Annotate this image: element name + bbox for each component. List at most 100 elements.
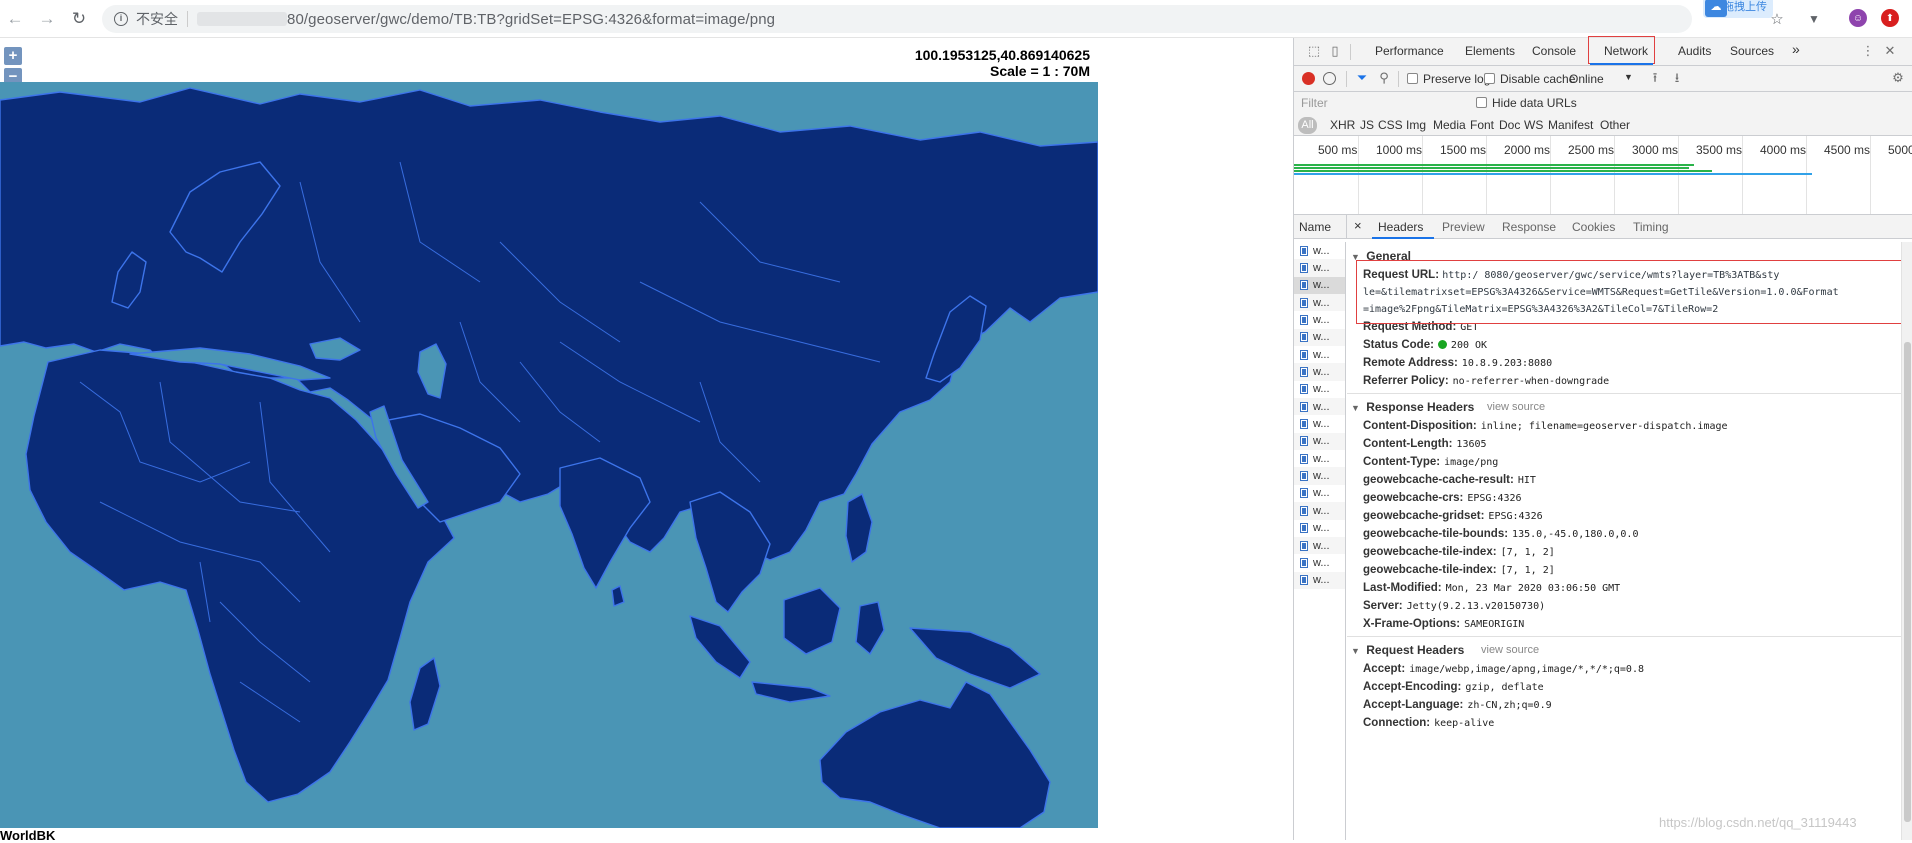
tab-response[interactable]: Response [1502,220,1556,234]
request-row[interactable]: w... [1294,415,1345,432]
clear-icon[interactable] [1323,72,1336,85]
header-row: Connection: keep-alive [1347,714,1902,732]
request-row[interactable]: w... [1294,520,1345,537]
request-headers-list: Accept: image/webp,image/apng,image/*,*/*… [1347,660,1902,732]
filter-manifest[interactable]: Manifest [1548,118,1593,132]
request-row[interactable]: w... [1294,311,1345,328]
close-devtools-icon[interactable]: ✕ [1882,43,1898,59]
reload-icon[interactable]: ↻ [68,8,90,30]
name-column-header[interactable]: Name [1299,220,1331,234]
tab-elements[interactable]: Elements [1465,44,1515,58]
request-row[interactable]: w... [1294,398,1345,416]
network-timeline-overview[interactable]: 500 ms 1000 ms 1500 ms 2000 ms 2500 ms 3… [1294,136,1912,215]
filter-font[interactable]: Font [1470,118,1494,132]
filter-media[interactable]: Media [1433,118,1466,132]
request-row[interactable]: w... [1294,363,1345,381]
upload-button[interactable]: ☁ 拖拽上传 [1703,0,1773,18]
request-row[interactable]: w... [1294,502,1345,520]
info-icon[interactable]: i [114,12,128,26]
request-row[interactable]: w... [1294,554,1345,571]
bookmark-star-icon[interactable]: ☆ [1770,9,1784,29]
response-headers-section-header[interactable]: ▼ Response Headers view source [1347,397,1902,417]
profile-avatar-icon[interactable]: ☺ [1849,9,1867,27]
tab-headers[interactable]: Headers [1378,220,1423,234]
device-toolbar-icon[interactable]: ▯ [1327,43,1343,59]
throttling-select[interactable]: Online [1569,72,1604,86]
filter-xhr[interactable]: XHR [1330,118,1355,132]
more-tabs-icon[interactable]: » [1792,41,1800,57]
header-key: Status Code: [1363,339,1434,351]
header-key: Accept: [1363,663,1406,675]
request-row[interactable]: w... [1294,294,1345,312]
request-row[interactable]: w... [1294,346,1345,363]
tab-console[interactable]: Console [1532,44,1576,58]
close-detail-icon[interactable]: × [1354,218,1362,233]
import-har-icon[interactable]: ⭱ [1647,70,1663,86]
header-value: image/webp,image/apng,image/*,*/*;q=0.8 [1409,664,1644,675]
image-file-icon [1300,332,1308,343]
request-name: w... [1313,435,1330,448]
filter-icon[interactable]: ⏷ [1354,70,1370,86]
filter-js[interactable]: JS [1360,118,1374,132]
tab-preview[interactable]: Preview [1442,220,1485,234]
address-bar[interactable]: i 不安全 80/geoserver/gwc/demo/TB:TB?gridSe… [102,5,1692,33]
filter-img[interactable]: Img [1406,118,1426,132]
header-row: Content-Length: 13605 [1347,435,1902,453]
header-row: Accept-Language: zh-CN,zh;q=0.9 [1347,696,1902,714]
filter-ws[interactable]: WS [1524,118,1543,132]
view-source-link[interactable]: view source [1481,640,1539,660]
tab-timing[interactable]: Timing [1633,220,1669,234]
timeline-label: 1000 ms [1376,143,1423,157]
disable-cache-checkbox[interactable] [1484,73,1495,84]
header-value: 200 OK [1450,340,1488,351]
view-source-link[interactable]: view source [1487,397,1545,417]
record-icon[interactable] [1302,72,1315,85]
export-har-icon[interactable]: ⭳ [1669,70,1685,86]
url-text[interactable]: 80/geoserver/gwc/demo/TB:TB?gridSet=EPSG… [287,11,775,28]
request-row[interactable]: w... [1294,328,1345,347]
network-tab-highlight [1588,36,1655,64]
search-icon[interactable]: ⚲ [1376,70,1392,86]
inspect-element-icon[interactable]: ⬚ [1306,43,1322,59]
kebab-menu-icon[interactable]: ⋮ [1860,43,1876,59]
request-row[interactable]: w... [1294,276,1345,295]
request-row[interactable]: w... [1294,432,1345,451]
hide-data-urls-checkbox[interactable] [1476,97,1487,108]
back-arrow-icon[interactable]: ← [4,8,26,30]
sumatra [689,615,751,679]
scrollbar-thumb[interactable] [1904,342,1911,822]
request-row[interactable]: w... [1294,467,1345,485]
tab-cookies[interactable]: Cookies [1572,220,1615,234]
zoom-in-button[interactable]: + [4,47,22,65]
filter-doc[interactable]: Doc [1499,118,1520,132]
request-row[interactable]: w... [1294,485,1345,502]
filter-all-button[interactable]: All [1298,117,1317,134]
map-viewport[interactable] [0,82,1098,828]
filter-other[interactable]: Other [1600,118,1630,132]
details-scrollbar[interactable] [1901,242,1912,840]
request-row[interactable]: w... [1294,450,1345,467]
request-name: w... [1313,574,1330,587]
request-row[interactable]: w... [1294,571,1345,589]
filter-css[interactable]: CSS [1378,118,1403,132]
request-row[interactable]: w... [1294,536,1345,555]
request-headers-section-header[interactable]: ▼ Request Headers view source [1347,640,1902,660]
forward-arrow-icon[interactable]: → [36,8,58,30]
extension-icon[interactable]: ⬆ [1881,9,1899,27]
request-row[interactable]: w... [1294,259,1345,277]
filter-input[interactable]: Filter [1301,96,1328,110]
header-key: Content-Disposition: [1363,420,1477,432]
preserve-log-checkbox[interactable] [1407,73,1418,84]
request-row[interactable]: w... [1294,242,1345,259]
tab-audits[interactable]: Audits [1678,44,1711,58]
timeline-gridline [1358,136,1359,214]
extension-funnel-icon[interactable]: ▼ [1806,9,1822,29]
watermark: https://blog.csdn.net/qq_31119443 [1659,815,1857,830]
hide-data-urls-label: Hide data URLs [1492,96,1577,110]
tab-sources[interactable]: Sources [1730,44,1774,58]
cloud-icon: ☁ [1705,0,1727,17]
chevron-down-icon[interactable]: ▼ [1624,72,1633,82]
request-row[interactable]: w... [1294,381,1345,398]
gear-icon[interactable]: ⚙ [1890,70,1906,86]
tab-performance[interactable]: Performance [1375,44,1444,58]
